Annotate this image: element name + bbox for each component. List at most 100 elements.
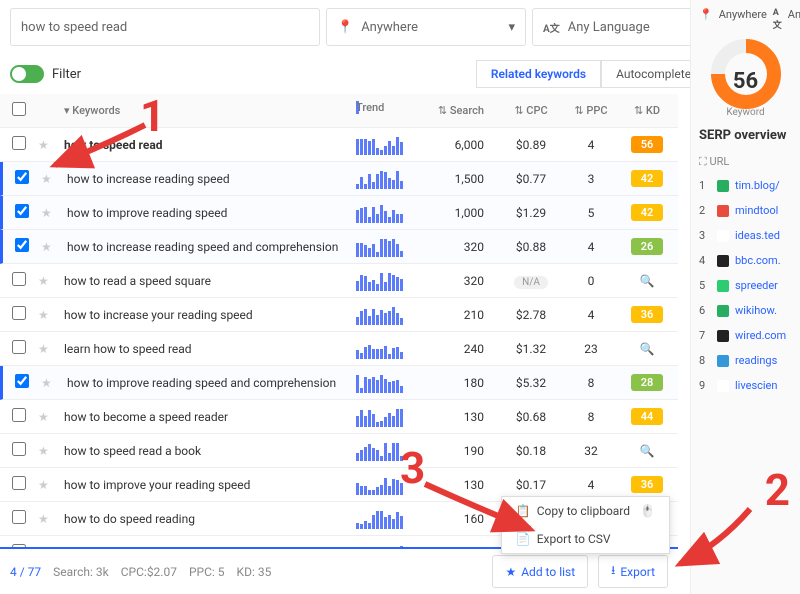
- search-volume: 1,000: [426, 206, 496, 220]
- serp-url: livescien: [735, 379, 777, 392]
- copy-to-clipboard-item[interactable]: 📋 Copy to clipboard 🖱️: [502, 497, 669, 525]
- ppc-value: 8: [566, 410, 616, 424]
- cpc-value: $0.68: [496, 410, 566, 424]
- magnifier-icon[interactable]: 🔍: [640, 444, 655, 458]
- serp-result[interactable]: 8readings: [699, 348, 792, 373]
- kd-badge: 42: [631, 170, 664, 187]
- table-row[interactable]: ★how to improve reading speed and compre…: [0, 366, 678, 400]
- row-checkbox[interactable]: [12, 340, 26, 354]
- serp-result[interactable]: 9livescien: [699, 373, 792, 398]
- row-checkbox[interactable]: [15, 204, 29, 218]
- add-to-list-button[interactable]: ★ Add to list: [492, 555, 588, 588]
- star-icon[interactable]: ★: [38, 512, 62, 526]
- export-button[interactable]: ⭳ Export: [598, 555, 668, 588]
- cpc-value: $0.17: [496, 478, 566, 492]
- ppc-value: 4: [566, 240, 616, 254]
- keyword-cell: how to improve your reading speed: [62, 478, 356, 492]
- pin-icon: 📍: [699, 8, 713, 31]
- serp-url: tim.blog/: [735, 179, 780, 192]
- serp-result[interactable]: 5spreeder: [699, 273, 792, 298]
- language-icon: A文: [543, 20, 560, 35]
- serp-result[interactable]: 2mindtool: [699, 198, 792, 223]
- star-icon[interactable]: ★: [38, 478, 62, 492]
- tab-related-keywords[interactable]: Related keywords: [476, 60, 601, 88]
- ppc-value: 4: [566, 308, 616, 322]
- table-row[interactable]: ★how to increase your reading speed210$2…: [0, 298, 678, 332]
- ppc-value: 32: [566, 444, 616, 458]
- row-checkbox[interactable]: [12, 442, 26, 456]
- favicon: [717, 305, 729, 317]
- star-icon[interactable]: ★: [38, 274, 62, 288]
- favicon: [717, 355, 729, 367]
- magnifier-icon[interactable]: 🔍: [640, 274, 655, 288]
- star-icon[interactable]: ★: [41, 206, 65, 220]
- serp-result[interactable]: 6wikihow.: [699, 298, 792, 323]
- location-select[interactable]: 📍 Anywhere ▾: [326, 8, 526, 46]
- trend-sparkline: [356, 373, 426, 393]
- star-icon[interactable]: ★: [38, 444, 62, 458]
- star-icon[interactable]: ★: [38, 342, 62, 356]
- serp-result[interactable]: 7wired.com: [699, 323, 792, 348]
- serp-url: bbc.com.: [735, 254, 781, 267]
- keyword-cell: how to read a speed square: [62, 274, 356, 288]
- star-icon[interactable]: ★: [41, 376, 65, 390]
- row-checkbox[interactable]: [15, 170, 29, 184]
- table-row[interactable]: ★how to speed read a book190$0.1832🔍: [0, 434, 678, 468]
- serp-result[interactable]: 4bbc.com.: [699, 248, 792, 273]
- favicon: [717, 180, 729, 192]
- row-checkbox[interactable]: [15, 374, 29, 388]
- cpc-value: $0.88: [496, 240, 566, 254]
- row-checkbox[interactable]: [12, 272, 26, 286]
- cursor-icon: 🖱️: [640, 504, 655, 518]
- select-all-checkbox[interactable]: [12, 102, 26, 116]
- row-checkbox[interactable]: [12, 408, 26, 422]
- ppc-value: 23: [566, 342, 616, 356]
- table-row[interactable]: ★how to read a speed square320N/A0🔍: [0, 264, 678, 298]
- kd-badge: 26: [631, 238, 664, 255]
- serp-result[interactable]: 1tim.blog/: [699, 173, 792, 198]
- pin-icon: 📍: [337, 20, 353, 35]
- keyword-input[interactable]: how to speed read: [10, 8, 320, 46]
- keyword-cell: how to increase reading speed and compre…: [65, 240, 356, 254]
- kd-badge: 28: [631, 374, 664, 391]
- star-icon[interactable]: ★: [38, 410, 62, 424]
- keyword-cell: how to improve reading speed: [65, 206, 356, 220]
- row-checkbox[interactable]: [12, 136, 26, 150]
- star-icon[interactable]: ★: [38, 308, 62, 322]
- table-row[interactable]: ★how to speed read6,000$0.89456: [0, 128, 678, 162]
- language-icon: A文: [773, 8, 782, 31]
- trend-sparkline: [356, 169, 426, 189]
- serp-result[interactable]: 3ideas.ted: [699, 223, 792, 248]
- export-csv-item[interactable]: 📄 Export to CSV: [502, 525, 669, 553]
- table-row[interactable]: ★how to increase reading speed1,500$0.77…: [0, 162, 678, 196]
- table-row[interactable]: ★how to increase reading speed and compr…: [0, 230, 678, 264]
- row-checkbox[interactable]: [12, 476, 26, 490]
- row-checkbox[interactable]: [15, 238, 29, 252]
- row-checkbox[interactable]: [12, 510, 26, 524]
- table-header: ▾ Keywords Trend ⇅ Search ⇅ CPC ⇅ PPC ⇅ …: [0, 94, 678, 128]
- ppc-value: 8: [566, 376, 616, 390]
- star-icon[interactable]: ★: [41, 172, 65, 186]
- export-menu: 📋 Copy to clipboard 🖱️ 📄 Export to CSV: [501, 496, 670, 554]
- table-row[interactable]: ★learn how to speed read240$1.3223🔍: [0, 332, 678, 366]
- selection-count: 4 / 77: [10, 565, 41, 579]
- search-volume: 160: [426, 512, 496, 526]
- table-row[interactable]: ★how to become a speed reader130$0.68844: [0, 400, 678, 434]
- download-icon: ⭳: [611, 561, 615, 582]
- star-icon[interactable]: ★: [38, 138, 62, 152]
- serp-url: readings: [735, 354, 777, 367]
- chevron-down-icon: ▾: [508, 20, 515, 35]
- cpc-value: $1.29: [496, 206, 566, 220]
- star-icon[interactable]: ★: [41, 240, 65, 254]
- row-checkbox[interactable]: [12, 306, 26, 320]
- favicon: [717, 230, 729, 242]
- trend-sparkline: [356, 509, 426, 529]
- table-row[interactable]: ★how to improve reading speed1,000$1.295…: [0, 196, 678, 230]
- cpc-value: $0.89: [496, 138, 566, 152]
- cpc-value: $5.32: [496, 376, 566, 390]
- magnifier-icon[interactable]: 🔍: [640, 342, 655, 356]
- trend-sparkline: [356, 237, 426, 257]
- filter-toggle[interactable]: [10, 65, 44, 83]
- keyword-cell: learn how to speed read: [62, 342, 356, 356]
- trend-sparkline: [356, 305, 426, 325]
